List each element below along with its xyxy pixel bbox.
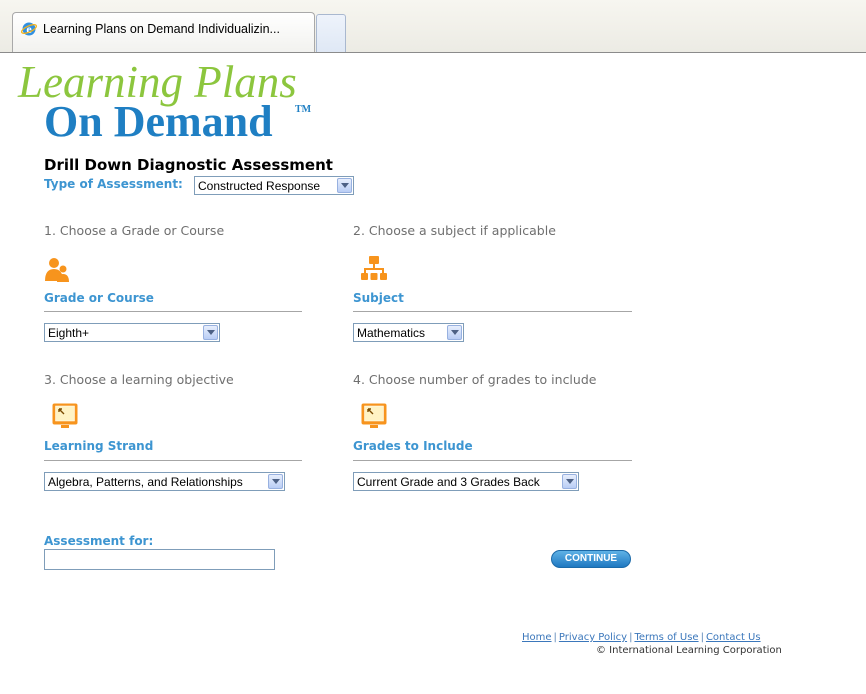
step-grades-include-instruction: 4. Choose number of grades to include — [353, 372, 597, 387]
browser-tab-strip: e Learning Plans on Demand Individualizi… — [0, 0, 866, 53]
people-icon — [45, 258, 69, 282]
chevron-down-icon[interactable] — [268, 474, 283, 489]
step-grade-instruction: 1. Choose a Grade or Course — [44, 223, 225, 238]
subject-select[interactable]: Mathematics — [353, 323, 464, 342]
logo-trademark: TM — [295, 104, 312, 115]
step-subject-instruction: 2. Choose a subject if applicable — [353, 223, 556, 238]
ie-icon: e — [21, 22, 37, 36]
assessment-type-select[interactable]: Constructed Response — [194, 176, 354, 195]
svg-text:e: e — [26, 22, 32, 36]
grade-divider — [44, 311, 302, 312]
footer-link-privacy[interactable]: Privacy Policy — [559, 632, 627, 643]
chevron-down-icon[interactable] — [203, 325, 218, 340]
grades-include-divider — [353, 460, 632, 461]
subject-divider — [353, 311, 632, 312]
page-title: Drill Down Diagnostic Assessment — [44, 156, 333, 174]
chevron-down-icon[interactable] — [337, 178, 352, 193]
monitor-icon — [52, 403, 78, 428]
learning-strand-label: Learning Strand — [44, 439, 154, 453]
hierarchy-icon — [361, 256, 387, 280]
new-tab-button[interactable] — [316, 14, 346, 52]
monitor-icon — [361, 403, 387, 428]
grade-course-label: Grade or Course — [44, 291, 154, 305]
grade-course-select[interactable]: Eighth+ — [44, 323, 220, 342]
footer-links: Home | Privacy Policy | Terms of Use | Contact… — [522, 632, 761, 643]
assessment-for-label: Assessment for: — [44, 534, 154, 548]
assessment-type-label: Type of Assessment: — [44, 177, 183, 191]
copyright-text: © International Learning Corporation — [596, 645, 782, 656]
subject-label: Subject — [353, 291, 404, 305]
grades-include-label: Grades to Include — [353, 439, 473, 453]
chevron-down-icon[interactable] — [562, 474, 577, 489]
footer-link-home[interactable]: Home — [522, 632, 552, 643]
chevron-down-icon[interactable] — [447, 325, 462, 340]
grades-include-select[interactable]: Current Grade and 3 Grades Back — [353, 472, 579, 491]
browser-tab[interactable]: e Learning Plans on Demand Individualizi… — [12, 12, 315, 52]
step-strand-instruction: 3. Choose a learning objective — [44, 372, 234, 387]
continue-button[interactable]: CONTINUE — [551, 550, 631, 568]
browser-tab-title: Learning Plans on Demand Individualizin.… — [43, 22, 280, 36]
assessment-for-input[interactable] — [44, 549, 275, 570]
footer-link-contact[interactable]: Contact Us — [706, 632, 761, 643]
learning-strand-select[interactable]: Algebra, Patterns, and Relationships — [44, 472, 285, 491]
footer-link-terms[interactable]: Terms of Use — [634, 632, 698, 643]
logo-on-demand: On Demand — [44, 97, 273, 146]
strand-divider — [44, 460, 302, 461]
